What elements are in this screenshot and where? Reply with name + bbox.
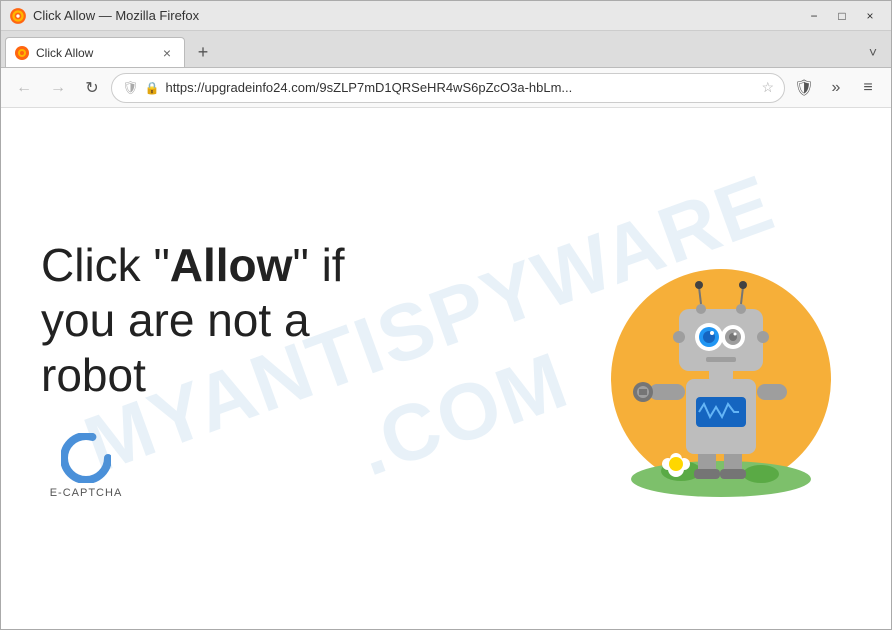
titlebar-controls: − □ × bbox=[801, 5, 883, 27]
shield-button[interactable]: 🛡 bbox=[789, 73, 819, 103]
robot-scene-icon bbox=[561, 209, 841, 529]
shield-icon: 🛡 bbox=[122, 80, 139, 96]
captcha-label: E-CAPTCHA bbox=[50, 487, 123, 499]
main-area: Click "Allow" ifyou are not arobot E-CAP… bbox=[1, 108, 891, 629]
titlebar: Click Allow — Mozilla Firefox − □ × bbox=[1, 1, 891, 31]
menu-button[interactable]: ≡ bbox=[853, 73, 883, 103]
titlebar-left: Click Allow — Mozilla Firefox bbox=[9, 7, 199, 25]
active-tab[interactable]: Click Allow × bbox=[5, 37, 185, 67]
address-bar[interactable]: 🛡 🔒 https://upgradeinfo24.com/9sZLP7mD1Q… bbox=[111, 73, 785, 103]
firefox-logo-icon bbox=[9, 7, 27, 25]
url-text: https://upgradeinfo24.com/9sZLP7mD1QRSeH… bbox=[165, 80, 755, 95]
captcha-logo-icon bbox=[61, 433, 111, 483]
nav-right-buttons: 🛡 » ≡ bbox=[789, 73, 883, 103]
captcha-badge: E-CAPTCHA bbox=[41, 433, 131, 499]
extensions-button[interactable]: » bbox=[821, 73, 851, 103]
back-button[interactable]: ← bbox=[9, 73, 39, 103]
tab-favicon-icon bbox=[14, 45, 30, 61]
bookmark-star-icon[interactable]: ☆ bbox=[761, 79, 774, 96]
window-title: Click Allow — Mozilla Firefox bbox=[33, 8, 199, 23]
reload-button[interactable]: ↻ bbox=[77, 73, 107, 103]
forward-button[interactable]: → bbox=[43, 73, 73, 103]
browser-window: Click Allow — Mozilla Firefox − □ × Clic… bbox=[0, 0, 892, 630]
left-content: Click "Allow" ifyou are not arobot E-CAP… bbox=[41, 238, 551, 500]
new-tab-button[interactable]: + bbox=[189, 38, 217, 66]
tab-close-button[interactable]: × bbox=[158, 44, 176, 62]
navbar: ← → ↻ 🛡 🔒 https://upgradeinfo24.com/9sZL… bbox=[1, 68, 891, 108]
tab-list-button[interactable]: ˅ bbox=[859, 38, 887, 66]
headline: Click "Allow" ifyou are not arobot bbox=[41, 238, 551, 404]
lock-icon: 🔒 bbox=[145, 81, 160, 95]
tab-label: Click Allow bbox=[36, 46, 152, 60]
robot-illustration bbox=[551, 194, 851, 544]
headline-bold: Allow bbox=[170, 239, 293, 291]
maximize-button[interactable]: □ bbox=[829, 5, 855, 27]
close-button[interactable]: × bbox=[857, 5, 883, 27]
tabbar: Click Allow × + ˅ bbox=[1, 31, 891, 68]
minimize-button[interactable]: − bbox=[801, 5, 827, 27]
page-content: MYANTISPYWARE.COM Click "Allow" ifyou ar… bbox=[1, 108, 891, 629]
